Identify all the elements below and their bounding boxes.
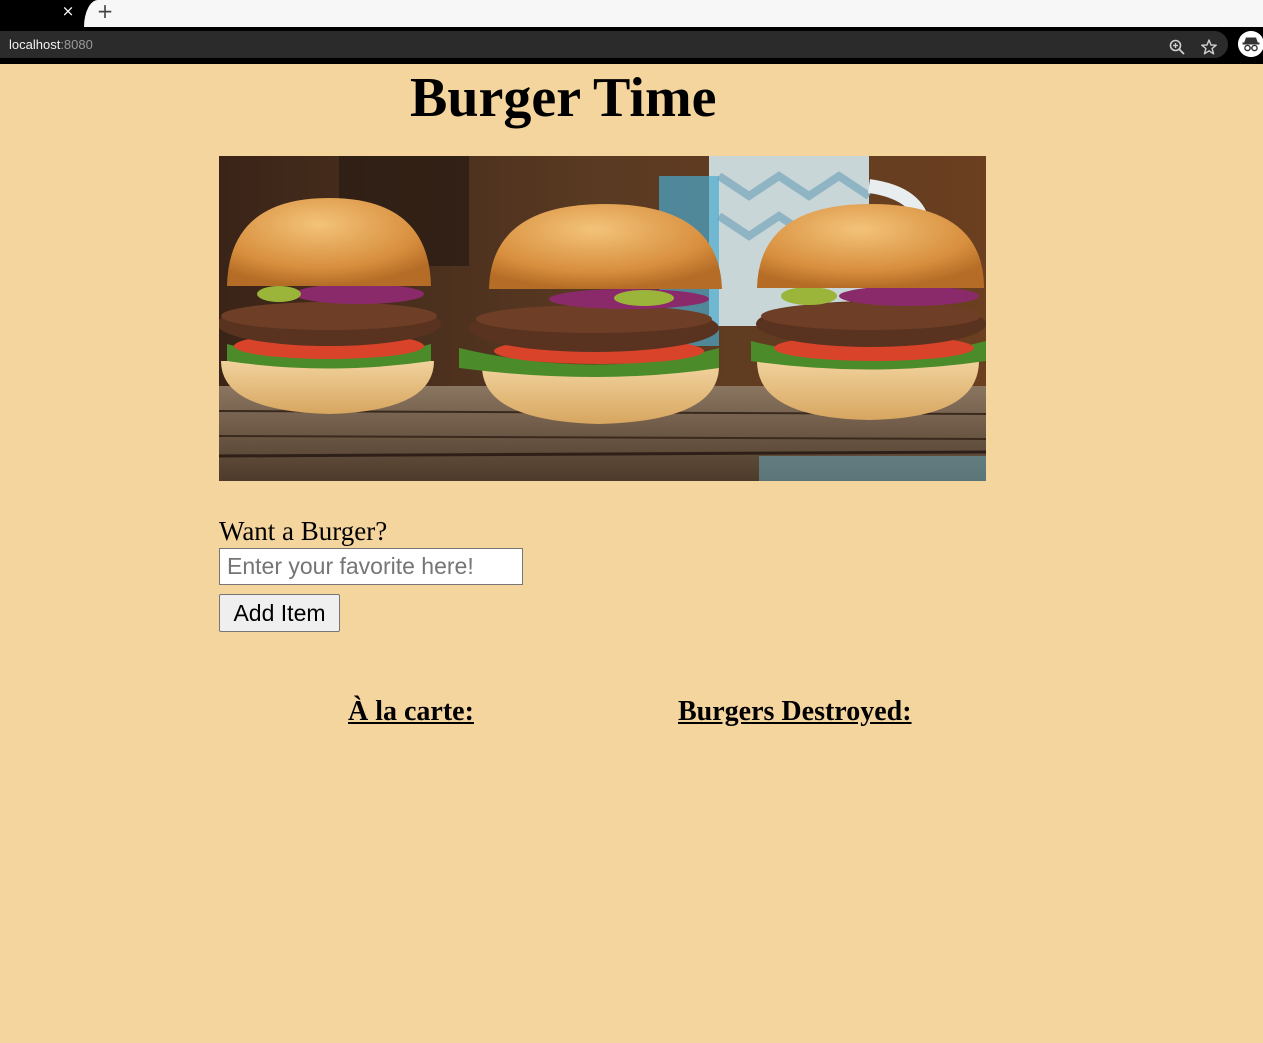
burger-name-input[interactable]	[219, 548, 523, 585]
close-tab-icon[interactable]: ×	[60, 3, 76, 19]
tab-strip: × +	[0, 0, 1263, 27]
page-title: Burger Time	[410, 67, 717, 129]
address-bar[interactable]: localhost:8080	[0, 31, 1228, 58]
new-tab-button[interactable]: +	[95, 0, 115, 22]
bookmark-star-icon[interactable]	[1201, 39, 1217, 55]
url-text[interactable]: localhost:8080	[9, 36, 93, 53]
browser-toolbar: localhost:8080	[0, 27, 1263, 64]
burger-prompt-label: Want a Burger?	[219, 516, 388, 546]
add-item-button[interactable]: Add Item	[219, 594, 340, 632]
zoom-icon[interactable]	[1169, 39, 1185, 55]
burger-hero-image	[219, 156, 986, 481]
burgers-destroyed-heading: Burgers Destroyed:	[678, 696, 912, 727]
a-la-carte-heading: À la carte:	[348, 696, 474, 727]
url-host: localhost	[9, 37, 61, 52]
incognito-icon[interactable]	[1238, 31, 1263, 57]
url-port: :8080	[60, 37, 93, 52]
